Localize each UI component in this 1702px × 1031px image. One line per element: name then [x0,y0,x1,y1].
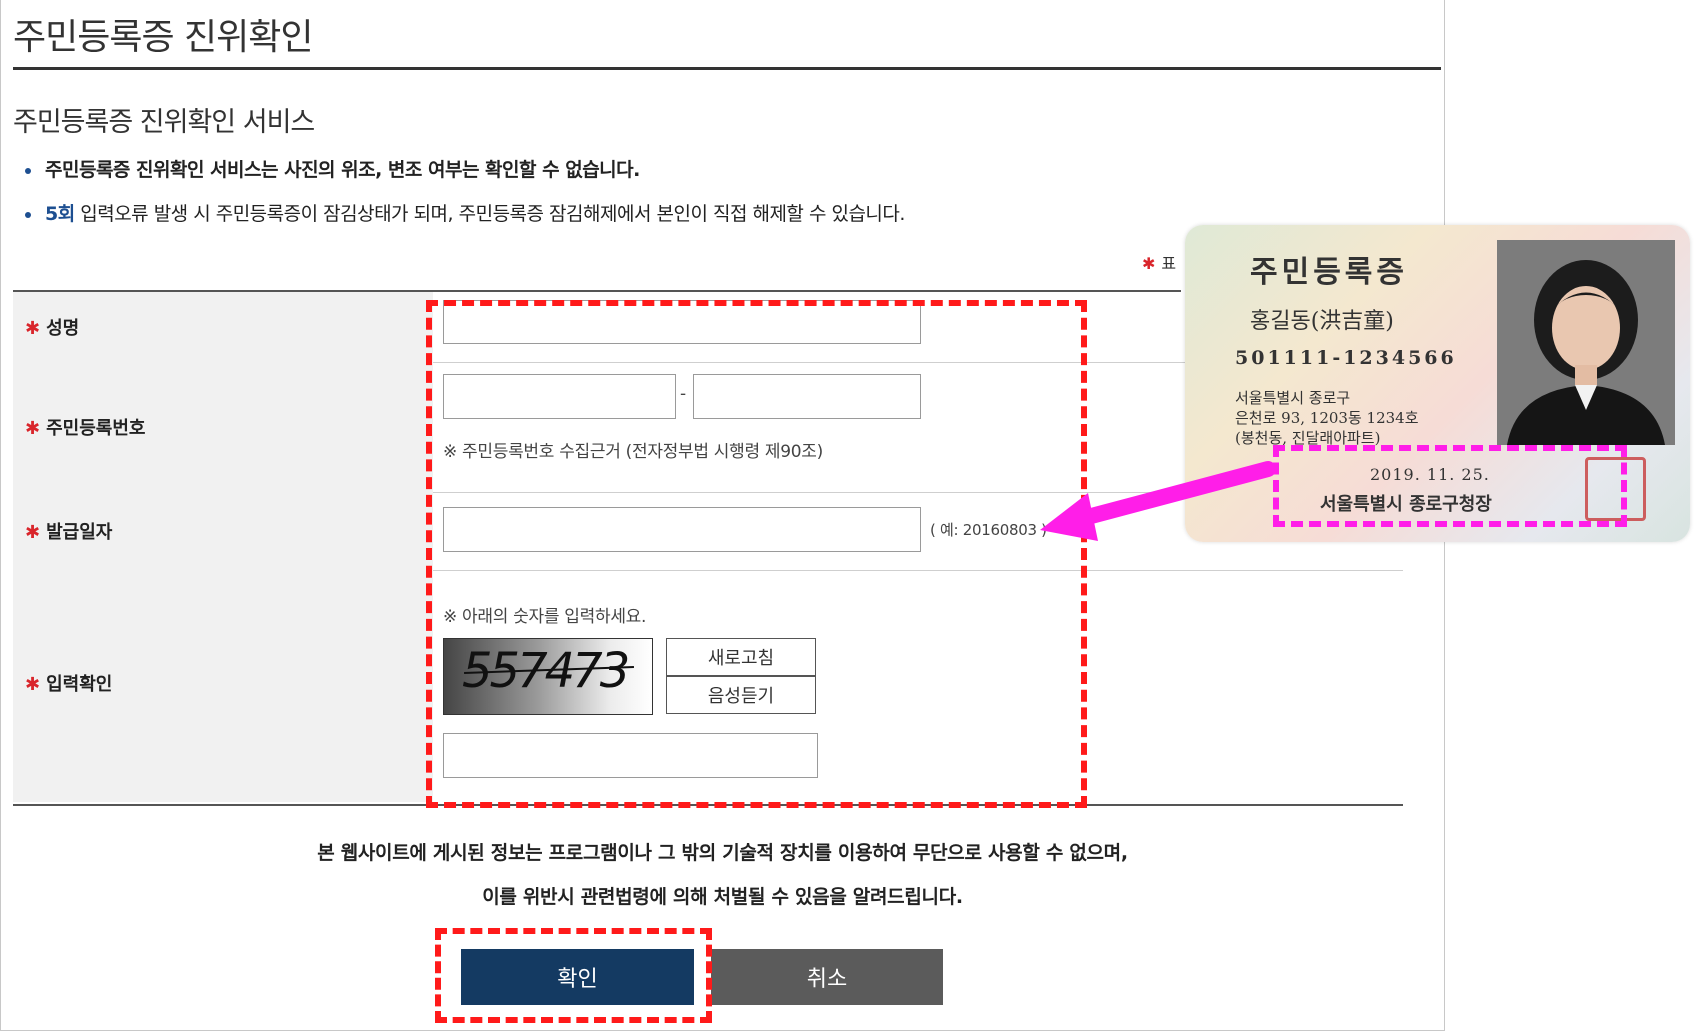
card-number: 501111-1234566 [1235,347,1457,369]
bullet-text: 입력오류 발생 시 주민등록증이 잠김상태가 되며, 주민등록증 잠김해제에서 … [74,203,905,225]
info-bullet-2: 5회 입력오류 발생 시 주민등록증이 잠김상태가 되며, 주민등록증 잠김해제… [25,199,905,226]
card-address-line-1: 서울특별시 종로구 [1235,389,1351,407]
error-count-highlight: 5회 [45,203,75,225]
required-star-icon: ✱ [25,674,41,695]
label-cell: ✱ 발급일자 [13,492,433,570]
label-cell: ✱ 입력확인 [13,570,433,802]
issue-date-label: ✱ 발급일자 [25,518,112,544]
rrn-label: ✱ 주민등록번호 [25,414,145,440]
required-note-text: 표 [1161,254,1177,273]
captcha-label: ✱ 입력확인 [25,670,112,696]
legal-notice-line-1: 본 웹사이트에 게시된 정보는 프로그램이나 그 밖의 기술적 장치를 이용하여… [317,842,1128,864]
title-divider [13,67,1441,70]
captcha-label-text: 입력확인 [46,674,113,695]
required-star-icon: ✱ [1142,254,1156,273]
section-title: 주민등록증 진위확인 서비스 [13,107,315,138]
bullet-text: 주민등록증 진위확인 서비스는 사진의 위조, 변조 여부는 확인할 수 없습니… [45,159,640,181]
card-address-line-2: 은천로 93, 1203동 1234호 [1235,409,1419,427]
confirm-button-highlight-box [435,928,712,1023]
legal-notice-line-2: 이를 위반시 관련법령에 의해 처벌될 수 있음을 알려드립니다. [482,886,963,908]
card-holder-name: 홍길동(洪吉童) [1250,309,1394,334]
card-title: 주민등록증 [1250,255,1408,290]
name-label-text: 성명 [46,318,80,339]
arrow-icon [1040,461,1276,541]
label-cell: ✱ 성명 [13,292,433,362]
cancel-button[interactable]: 취소 [711,949,943,1005]
info-bullet-1: 주민등록증 진위확인 서비스는 사진의 위조, 변조 여부는 확인할 수 없습니… [25,155,640,182]
name-label: ✱ 성명 [25,314,79,340]
bullet-dot-icon [25,211,31,218]
required-star-icon: ✱ [25,318,41,339]
card-photo [1497,240,1675,445]
required-star-icon: ✱ [25,418,41,439]
rrn-label-text: 주민등록번호 [46,418,146,439]
issue-date-label-text: 발급일자 [46,522,113,543]
label-cell: ✱ 주민등록번호 [13,362,433,492]
input-fields-highlight-box [426,300,1087,808]
page-title: 주민등록증 진위확인 [13,17,314,58]
portrait-icon [1497,240,1675,445]
bullet-dot-icon [25,167,31,174]
issue-date-highlight-box [1273,445,1627,527]
required-star-icon: ✱ [25,522,41,543]
required-field-note: ✱ 표 [1142,250,1182,274]
